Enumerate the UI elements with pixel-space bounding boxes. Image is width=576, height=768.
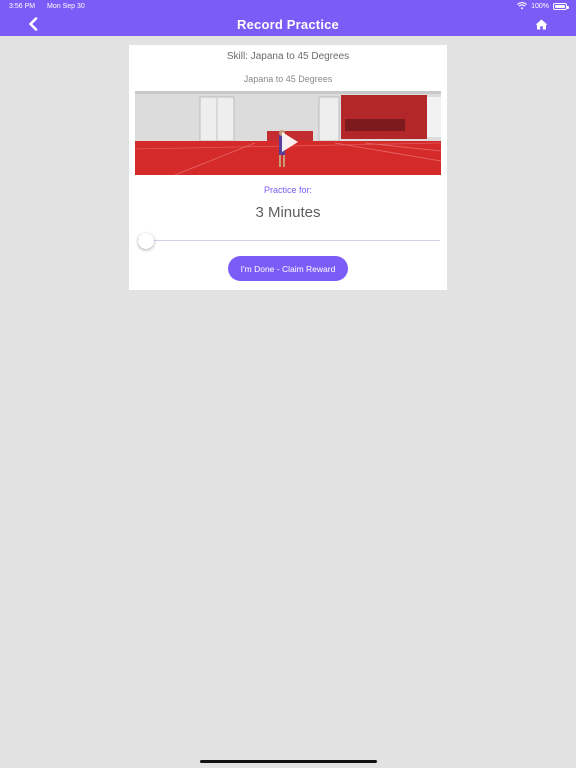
home-icon bbox=[535, 19, 547, 29]
video-player[interactable] bbox=[135, 91, 441, 175]
minutes-value: 3 Minutes bbox=[255, 204, 321, 221]
duration-slider[interactable] bbox=[138, 233, 440, 249]
slider-track bbox=[138, 240, 440, 241]
slider-thumb[interactable] bbox=[138, 233, 154, 249]
nav-bar: Record Practice bbox=[0, 12, 576, 36]
claim-reward-button[interactable]: I'm Done - Claim Reward bbox=[228, 256, 348, 281]
battery-icon bbox=[553, 2, 569, 10]
practice-card: Skill: Japana to 45 Degrees Japana to 45… bbox=[129, 45, 447, 290]
status-date: Mon Sep 30 bbox=[47, 2, 85, 10]
wifi-icon bbox=[517, 2, 528, 10]
page-title: Record Practice bbox=[237, 16, 339, 32]
status-bar: 3:56 PM Mon Sep 30 100% bbox=[0, 0, 576, 12]
skill-title: Skill: Japana to 45 Degrees bbox=[226, 51, 350, 62]
status-time: 3:56 PM bbox=[9, 2, 36, 10]
status-right: 100% bbox=[517, 2, 569, 10]
home-button[interactable] bbox=[527, 12, 555, 36]
play-icon[interactable] bbox=[281, 131, 299, 153]
status-left: 3:56 PM Mon Sep 30 bbox=[9, 3, 95, 10]
chevron-left-icon bbox=[29, 17, 38, 31]
video-title: Japana to 45 Degrees bbox=[243, 74, 333, 84]
battery-percent: 100% bbox=[531, 2, 549, 10]
practice-for-label: Practice for: bbox=[263, 185, 312, 195]
home-indicator[interactable] bbox=[200, 760, 377, 763]
back-button[interactable] bbox=[19, 12, 47, 36]
